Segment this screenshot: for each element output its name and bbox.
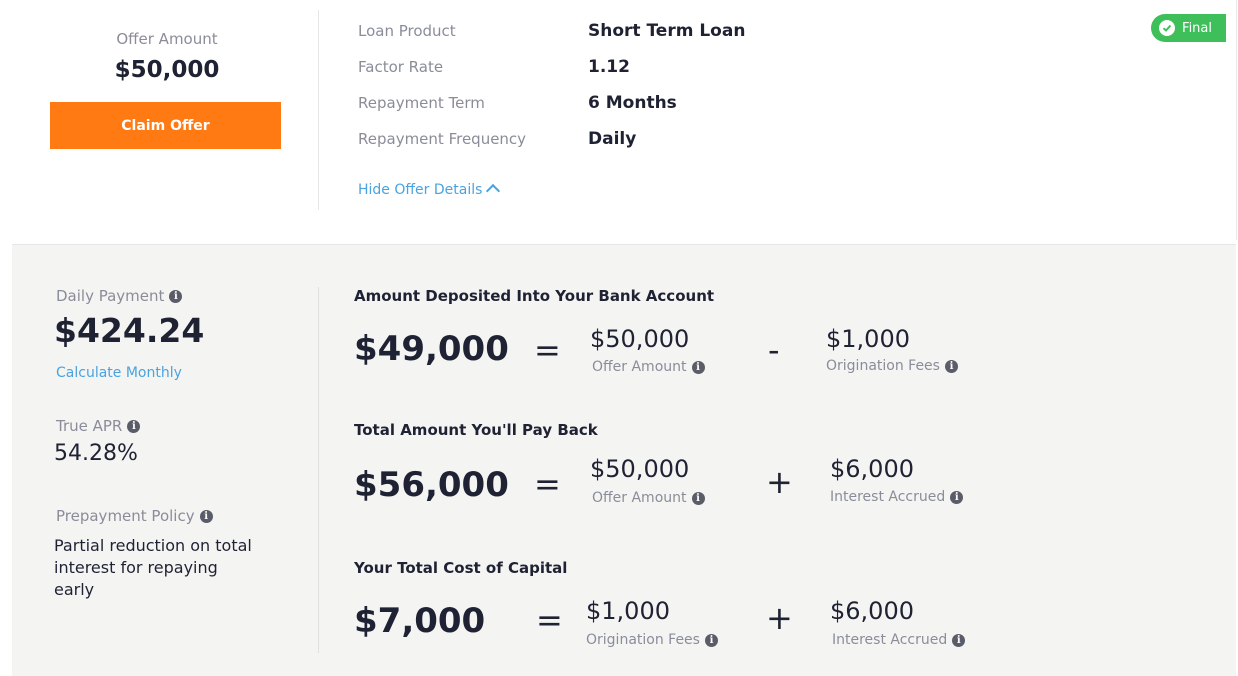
deposited-total: $49,000 bbox=[354, 329, 509, 369]
prepayment-policy-text: Partial reduction on total interest for … bbox=[54, 536, 252, 599]
payback-offer-amount: $50,000 bbox=[590, 455, 690, 483]
calculate-monthly-link[interactable]: Calculate Monthly bbox=[56, 365, 182, 381]
deposited-origination-fees-label: Origination Fees i bbox=[826, 358, 958, 374]
info-icon[interactable]: i bbox=[950, 490, 964, 504]
daily-payment-value: $424.24 bbox=[54, 311, 205, 350]
detail-label: Repayment Frequency bbox=[358, 130, 527, 148]
info-icon[interactable]: i bbox=[691, 360, 705, 374]
equals-sign: = bbox=[534, 465, 561, 503]
payback-offer-amount-label-text: Offer Amount bbox=[592, 490, 687, 506]
daily-payment-label: Daily Payment i bbox=[56, 287, 183, 305]
info-icon[interactable]: i bbox=[944, 359, 958, 373]
chevron-up-icon bbox=[486, 183, 501, 199]
divider bbox=[318, 287, 319, 653]
status-badge-label: Final bbox=[1182, 20, 1212, 36]
payback-total: $56,000 bbox=[354, 465, 509, 505]
info-icon[interactable]: i bbox=[199, 510, 213, 523]
payback-interest-accrued: $6,000 bbox=[830, 455, 914, 483]
deposited-offer-amount-label: Offer Amount i bbox=[592, 359, 705, 375]
info-icon[interactable]: i bbox=[704, 633, 718, 647]
info-icon[interactable]: i bbox=[691, 491, 705, 505]
hide-offer-details-label: Hide Offer Details bbox=[358, 182, 483, 198]
equals-sign: = bbox=[536, 601, 563, 639]
offer-amount-label: Offer Amount bbox=[116, 30, 218, 48]
prepayment-policy-label: Prepayment Policy i bbox=[56, 507, 213, 525]
cost-interest-accrued-label-text: Interest Accrued bbox=[832, 632, 948, 648]
cost-origination-fees-label-text: Origination Fees bbox=[586, 632, 700, 648]
deposited-offer-amount: $50,000 bbox=[590, 325, 690, 353]
cost-title: Your Total Cost of Capital bbox=[354, 559, 568, 577]
offer-amount-value: $50,000 bbox=[114, 57, 220, 83]
detail-label: Factor Rate bbox=[358, 58, 444, 76]
hide-offer-details-link[interactable]: Hide Offer Details bbox=[358, 182, 501, 199]
payback-interest-accrued-label: Interest Accrued i bbox=[830, 489, 964, 505]
cost-total: $7,000 bbox=[354, 601, 486, 641]
true-apr-label-text: True APR bbox=[56, 417, 123, 435]
detail-value: 6 Months bbox=[588, 93, 677, 113]
deposited-title: Amount Deposited Into Your Bank Account bbox=[354, 287, 715, 305]
payment-summary-card: Daily Payment i $424.24 Calculate Monthly… bbox=[12, 244, 1236, 676]
detail-label: Repayment Term bbox=[358, 94, 485, 112]
offer-card: Offer Amount $50,000 Claim Offer Loan Pr… bbox=[12, 0, 1237, 240]
payback-title: Total Amount You'll Pay Back bbox=[354, 421, 598, 439]
info-icon[interactable]: i bbox=[952, 633, 966, 647]
deposited-offer-amount-label-text: Offer Amount bbox=[592, 359, 687, 375]
plus-sign: + bbox=[766, 463, 793, 501]
cost-origination-fees: $1,000 bbox=[586, 597, 670, 625]
cost-origination-fees-label: Origination Fees i bbox=[586, 632, 718, 648]
plus-sign: + bbox=[766, 599, 793, 637]
true-apr-value: 54.28% bbox=[54, 441, 138, 466]
payback-interest-accrued-label-text: Interest Accrued bbox=[830, 489, 946, 505]
claim-offer-button[interactable]: Claim Offer bbox=[50, 102, 281, 149]
prepayment-policy-label-text: Prepayment Policy bbox=[56, 507, 195, 525]
minus-sign: - bbox=[768, 331, 780, 369]
cost-interest-accrued: $6,000 bbox=[830, 597, 914, 625]
detail-value: 1.12 bbox=[588, 57, 630, 77]
daily-payment-label-text: Daily Payment bbox=[56, 287, 165, 305]
check-icon bbox=[1159, 20, 1176, 36]
info-icon[interactable]: i bbox=[169, 290, 183, 303]
divider bbox=[318, 10, 319, 210]
deposited-origination-fees-label-text: Origination Fees bbox=[826, 358, 940, 374]
status-badge: Final bbox=[1151, 14, 1226, 42]
info-icon[interactable]: i bbox=[127, 420, 141, 433]
cost-interest-accrued-label: Interest Accrued i bbox=[832, 632, 966, 648]
detail-value: Short Term Loan bbox=[588, 21, 746, 41]
equals-sign: = bbox=[534, 331, 561, 369]
detail-label: Loan Product bbox=[358, 22, 456, 40]
payback-offer-amount-label: Offer Amount i bbox=[592, 490, 705, 506]
detail-value: Daily bbox=[588, 129, 637, 149]
true-apr-label: True APR i bbox=[56, 417, 141, 435]
deposited-origination-fees: $1,000 bbox=[826, 325, 910, 353]
